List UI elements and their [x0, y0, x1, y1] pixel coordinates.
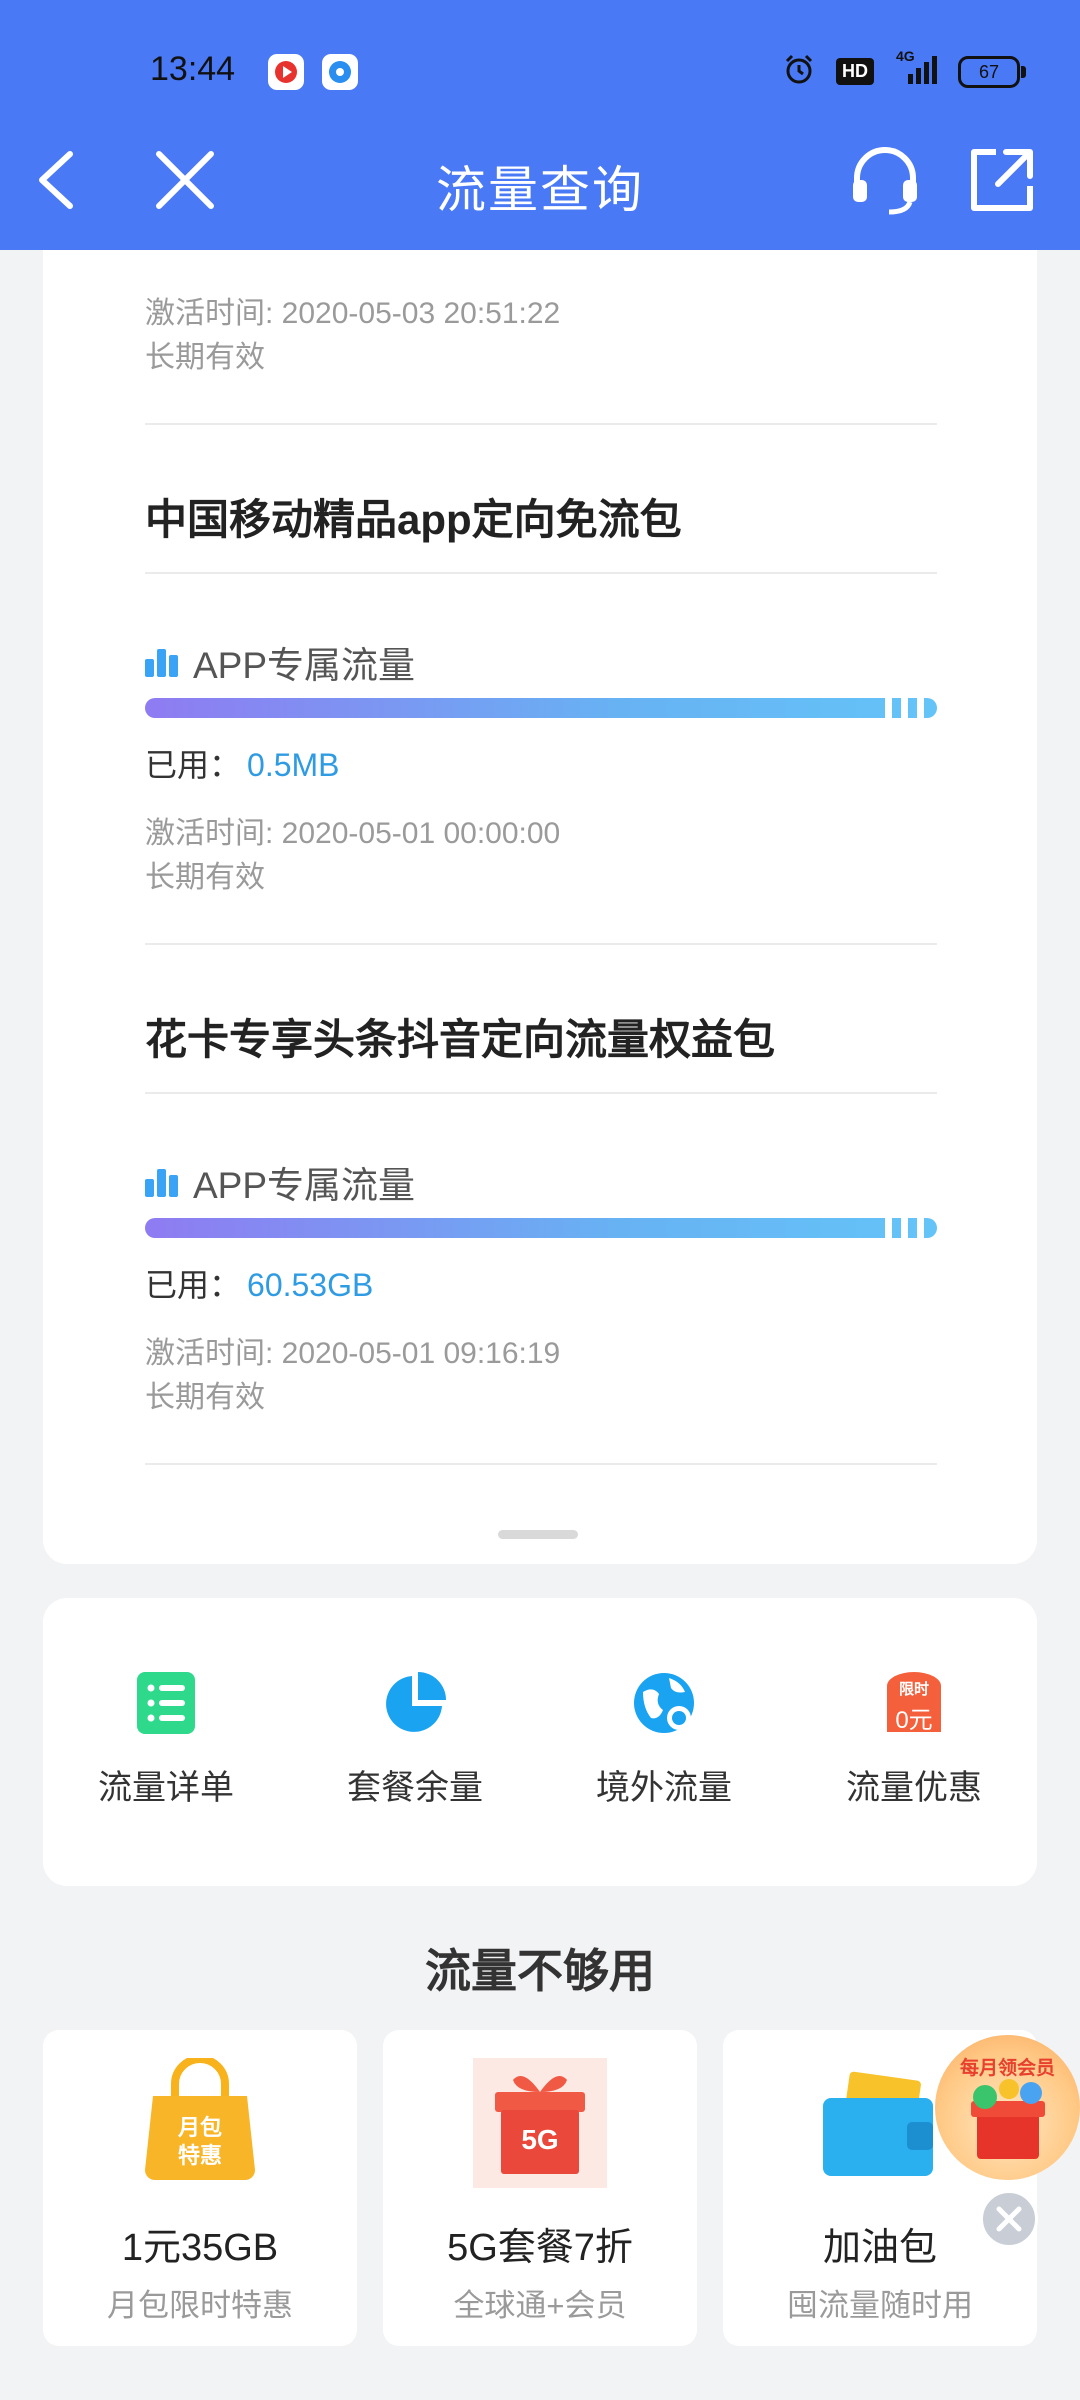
package-list-card: 激活时间: 2020-05-03 20:51:22 长期有效 中国移动精品app… [43, 180, 1037, 1564]
divider [145, 1463, 937, 1465]
alarm-icon [782, 52, 816, 91]
promo-subtitle: 囤流量随时用 [787, 2288, 973, 2323]
divider [145, 423, 937, 425]
quick-link-discount[interactable]: 限时 0元 流量优惠 [814, 1668, 1014, 1809]
quick-link-flow-detail[interactable]: 流量详单 [66, 1668, 266, 1809]
used-value: 60.53GB [247, 1267, 374, 1303]
discount-tag-bottom: 0元 [895, 1707, 933, 1734]
used-amount: 已用： 0.5MB [145, 740, 340, 786]
used-label: 已用： [145, 747, 242, 783]
globe-icon [629, 1668, 699, 1738]
flow-type-text: APP专属流量 [193, 645, 416, 686]
quick-link-label: 套餐余量 [347, 1769, 483, 1807]
bar-chart-icon [145, 647, 181, 677]
validity-text: 长期有效 [145, 1381, 265, 1414]
flow-type-label: APP专属流量 [145, 1155, 415, 1209]
pie-chart-icon [380, 1668, 450, 1738]
gift-icon [971, 2079, 1045, 2159]
discount-tag-icon: 限时 0元 [879, 1668, 949, 1738]
share-icon [971, 149, 1033, 211]
signal-icon: 4G [894, 48, 938, 91]
browser-app-icon [322, 54, 358, 90]
activation-time: 激活时间: 2020-05-01 00:00:00 [145, 817, 561, 850]
list-icon [131, 1668, 201, 1738]
headset-icon [853, 147, 917, 215]
bag-text-line2: 特惠 [177, 2143, 222, 2168]
divider [145, 572, 937, 574]
validity-text: 长期有效 [145, 861, 265, 894]
promo-subtitle: 月包限时特惠 [107, 2288, 293, 2323]
gift-box-icon: 5G [473, 2058, 607, 2188]
flow-type-text: APP专属流量 [193, 1165, 416, 1206]
section-title: 流量不够用 [425, 1945, 655, 1997]
divider [145, 943, 937, 945]
close-floating-button[interactable] [980, 2190, 1038, 2248]
status-bar: 13:44 HD 4G 67 [0, 48, 1080, 96]
promo-card-5g[interactable]: 5G 5G套餐7折 全球通+会员 [383, 2030, 697, 2346]
quick-link-plan-balance[interactable]: 套餐余量 [315, 1668, 515, 1809]
shopping-bag-icon: 月包 特惠 [133, 2055, 267, 2188]
network-type: 4G [896, 48, 915, 64]
promo-title: 1元35GB [121, 2227, 279, 2269]
quick-links-card: 流量详单 套餐余量 境外流量 限时 0元 流量优惠 [43, 1598, 1037, 1886]
usage-progress-bar [145, 1218, 937, 1238]
collapse-handle[interactable] [498, 1530, 578, 1539]
status-icons: HD 4G 67 [782, 48, 1026, 91]
quick-link-roaming[interactable]: 境外流量 [564, 1668, 764, 1809]
quick-link-label: 流量详单 [98, 1769, 234, 1807]
share-button[interactable] [962, 140, 1042, 220]
music-app-icon [268, 54, 304, 90]
close-icon [996, 2206, 1022, 2232]
used-value: 0.5MB [247, 747, 340, 783]
package-title: 花卡专享头条抖音定向流量权益包 [145, 1016, 776, 1063]
promo-title: 5G套餐7折 [447, 2227, 633, 2269]
promo-card-monthly[interactable]: 月包 特惠 1元35GB 月包限时特惠 [43, 2030, 357, 2346]
customer-service-button[interactable] [845, 140, 925, 220]
app-header: 13:44 HD 4G 67 流量查询 [0, 0, 1080, 250]
nav-bar: 流量查询 [0, 140, 1080, 220]
flow-type-label: APP专属流量 [145, 635, 415, 689]
wallet-icon [813, 2058, 947, 2188]
divider [145, 1092, 937, 1094]
hd-voice-icon: HD [836, 58, 874, 85]
discount-tag-top: 限时 [898, 1681, 929, 1698]
battery-icon: 67 [958, 55, 1026, 88]
quick-link-label: 流量优惠 [846, 1769, 982, 1807]
bar-chart-icon [145, 1167, 181, 1197]
usage-progress-bar [145, 698, 937, 718]
used-amount: 已用： 60.53GB [145, 1260, 373, 1306]
quick-link-label: 境外流量 [596, 1769, 732, 1807]
activation-time: 激活时间: 2020-05-01 09:16:19 [145, 1337, 561, 1370]
package-title: 中国移动精品app定向免流包 [145, 496, 682, 543]
activation-time: 激活时间: 2020-05-03 20:51:22 [145, 297, 561, 330]
membership-floating-badge[interactable]: 每月领会员 [935, 2035, 1080, 2180]
promo-subtitle: 全球通+会员 [453, 2288, 627, 2323]
gift-box-label: 5G [521, 2124, 559, 2155]
validity-text: 长期有效 [145, 341, 265, 374]
status-time: 13:44 [150, 50, 236, 88]
used-label: 已用： [145, 1267, 242, 1303]
